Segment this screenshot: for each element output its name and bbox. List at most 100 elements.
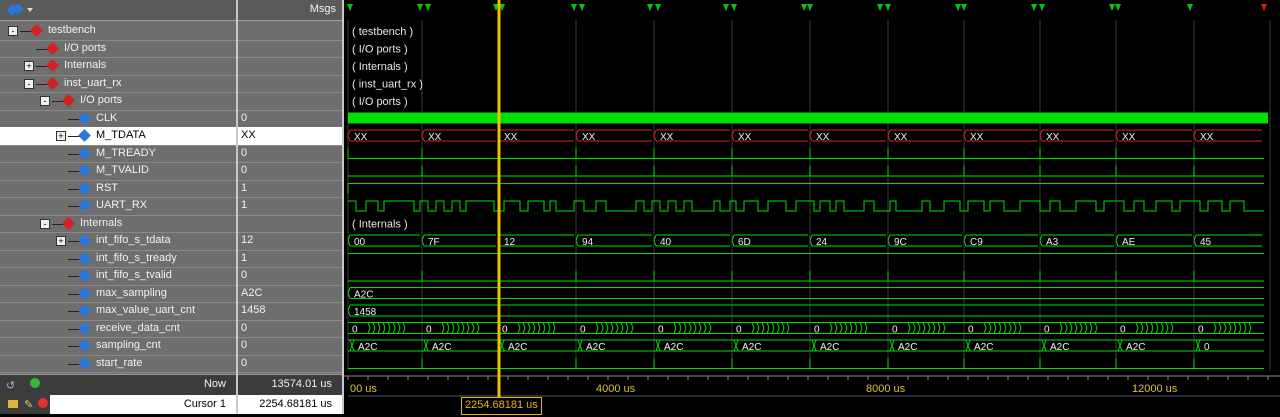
value-row[interactable]: 0: [238, 267, 342, 286]
bus-transition: [1223, 322, 1227, 334]
bus-transition: [547, 322, 551, 334]
bus-value: 0: [658, 325, 664, 336]
signal-row[interactable]: CLK: [0, 110, 236, 128]
waveform-canvas[interactable]: ( testbench ) ( I/O ports ) ( Internals ) (…: [344, 0, 1280, 414]
signal-row[interactable]: + Internals: [0, 57, 236, 76]
bus-segment: [347, 287, 1264, 299]
value-row[interactable]: 1: [238, 180, 342, 198]
blue-diamond-icon: [78, 321, 91, 335]
bus-value: 9C: [894, 237, 907, 248]
value-row[interactable]: 0: [238, 337, 342, 356]
signal-row[interactable]: RST: [0, 180, 236, 198]
bus-transition: [965, 339, 971, 352]
bus-transition: [1140, 322, 1144, 334]
bus-transition: [1238, 322, 1242, 334]
signal-name: max_value_uart_cnt: [96, 304, 196, 316]
signal-row[interactable]: int_fifo_s_tvalid: [0, 267, 236, 286]
bus-transition: [937, 322, 941, 334]
bus-transition: [1150, 322, 1154, 334]
collapse-icon[interactable]: -: [40, 218, 50, 229]
cursor-edit-icon[interactable]: ✎: [24, 398, 33, 411]
signal-row[interactable]: - Internals: [0, 215, 236, 233]
wave-dropdown-icon[interactable]: [6, 3, 33, 16]
signal-row[interactable]: receive_data_cnt: [0, 320, 236, 338]
cursor-remove-icon[interactable]: [38, 398, 48, 408]
blue-diamond-icon: [78, 181, 91, 195]
blue-diamond-icon: [78, 251, 91, 265]
signal-row[interactable]: - inst_uart_rx: [0, 75, 236, 93]
signal-value: 0: [241, 321, 248, 334]
signal-name: UART_RX: [96, 199, 148, 211]
value-row[interactable]: 0: [238, 145, 342, 163]
signal-row[interactable]: + int_fifo_s_tdata: [0, 232, 236, 251]
signal-row[interactable]: - I/O ports: [0, 92, 236, 111]
value-row[interactable]: 1: [238, 250, 342, 268]
value-row[interactable]: [238, 215, 342, 233]
value-row[interactable]: 1458: [238, 302, 342, 321]
signal-row[interactable]: M_TVALID: [0, 162, 236, 181]
expand-icon[interactable]: +: [56, 131, 66, 141]
value-row[interactable]: [238, 75, 342, 93]
red-diamond-icon: [62, 216, 75, 230]
signal-row[interactable]: + M_TDATA: [0, 127, 236, 146]
signal-row[interactable]: M_TREADY: [0, 145, 236, 163]
value-row[interactable]: 0: [238, 355, 342, 373]
bus-transition: [1069, 322, 1073, 334]
bus-transition: [1084, 322, 1088, 334]
blue-diamond-icon: [78, 304, 91, 317]
signal-name: inst_uart_rx: [64, 76, 122, 89]
red-diamond-icon: [46, 41, 59, 55]
signal-row[interactable]: max_value_uart_cnt: [0, 302, 236, 321]
value-row[interactable]: A2C: [238, 285, 342, 303]
expand-icon[interactable]: +: [24, 61, 34, 71]
bus-value: A2C: [1050, 342, 1069, 353]
bus-transition: [1228, 322, 1232, 334]
now-row: ↺ Now: [0, 374, 236, 395]
value-row[interactable]: XX: [238, 127, 342, 146]
value-row[interactable]: 0: [238, 162, 342, 181]
signal-row[interactable]: start_rate: [0, 355, 236, 373]
red-diamond-icon: [62, 94, 75, 107]
collapse-icon[interactable]: -: [40, 96, 50, 106]
bus-transition: [988, 322, 992, 334]
waveform-pane[interactable]: ( testbench ) ( I/O ports ) ( Internals ) (…: [344, 0, 1280, 414]
now-value: 13574.01 us: [271, 378, 332, 390]
value-row[interactable]: 0: [238, 110, 342, 128]
bus-transition: [451, 322, 455, 334]
lock-icon[interactable]: [8, 400, 18, 408]
bus-value: 00: [354, 237, 366, 248]
value-row[interactable]: [238, 22, 342, 41]
blue-diamond-icon: [78, 199, 91, 212]
bus-transition: [1003, 322, 1007, 334]
value-row[interactable]: [238, 57, 342, 76]
axis-label: 4000 us: [596, 383, 636, 395]
signal-row[interactable]: int_fifo_s_tready: [0, 250, 236, 268]
bus-value: XX: [1122, 132, 1136, 143]
collapse-icon[interactable]: -: [8, 26, 18, 36]
signal-row[interactable]: sampling_cnt: [0, 337, 236, 356]
value-row[interactable]: 12: [238, 232, 342, 251]
value-row[interactable]: [238, 92, 342, 111]
cursor-name-field[interactable]: Cursor 1: [50, 395, 236, 414]
signal-value: 0: [241, 356, 248, 369]
bus-transition: [839, 322, 843, 334]
signal-row[interactable]: - testbench: [0, 22, 236, 41]
collapse-icon[interactable]: -: [24, 78, 34, 89]
signal-value: XX: [241, 129, 256, 141]
bus-transition: [527, 322, 531, 334]
signal-row[interactable]: max_sampling: [0, 285, 236, 303]
cursor-time-box[interactable]: 2254.68181 us: [461, 397, 542, 415]
zoom-icon[interactable]: ↺: [6, 379, 15, 392]
bus-transition: [522, 322, 526, 334]
value-row[interactable]: 1: [238, 197, 342, 216]
signal-row[interactable]: UART_RX: [0, 197, 236, 216]
signal-row[interactable]: I/O ports: [0, 40, 236, 58]
value-row[interactable]: [238, 40, 342, 58]
value-row[interactable]: 0: [238, 320, 342, 338]
bus-transition: [532, 322, 536, 334]
add-icon[interactable]: [30, 378, 40, 388]
blue-diamond-icon: [78, 234, 91, 247]
signal-name: Internals: [80, 216, 123, 229]
signal-names-pane: - testbench I/O ports + Internals - inst_uart_…: [0, 0, 236, 414]
expand-icon[interactable]: +: [56, 236, 66, 246]
